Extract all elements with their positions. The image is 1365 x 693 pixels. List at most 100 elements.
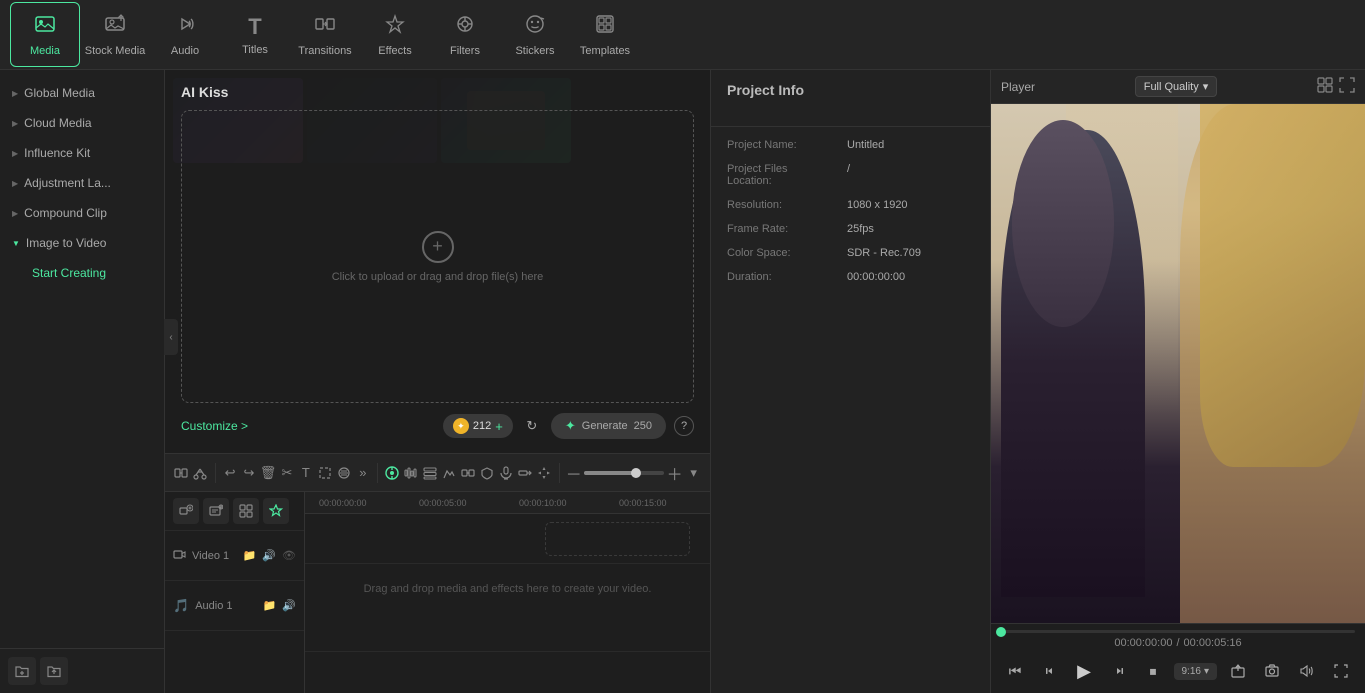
toolbar-stickers[interactable]: Stickers [500, 2, 570, 67]
more2-btn[interactable]: ▾ [685, 459, 702, 487]
left-sidebar: ▶ Global Media ▶ Cloud Media ▶ Influence… [0, 70, 165, 693]
duration-label: Duration: [727, 271, 847, 283]
credits-plus-icon: + [495, 419, 503, 434]
audio-icon [174, 13, 196, 41]
toolbar-stock-label: Stock Media [85, 45, 146, 57]
cut-btn[interactable]: ✂ [278, 459, 295, 487]
generate-btn[interactable]: ✦ Generate 250 [551, 413, 666, 439]
player-progress[interactable] [991, 624, 1365, 635]
snap-btn[interactable] [173, 459, 190, 487]
sidebar-label-adjustment: Adjustment La... [24, 176, 111, 190]
time-separator: / [1176, 637, 1179, 649]
toolbar-transitions[interactable]: Transitions [290, 2, 360, 67]
customize-link[interactable]: Customize > [181, 419, 248, 433]
text-btn[interactable]: T [297, 459, 314, 487]
quality-select[interactable]: Full Quality ▾ [1135, 76, 1218, 97]
trim-btn[interactable] [192, 459, 209, 487]
toolbar-audio[interactable]: Audio [150, 2, 220, 67]
track-btn[interactable] [422, 459, 439, 487]
toolbar-stock[interactable]: Stock Media [80, 2, 150, 67]
add-compound-btn[interactable] [233, 498, 259, 524]
protect-btn[interactable] [479, 459, 496, 487]
crop-btn[interactable] [316, 459, 333, 487]
refresh-btn[interactable]: ↻ [521, 415, 543, 437]
split2-btn[interactable] [460, 459, 477, 487]
stickers-icon [524, 13, 546, 41]
redo-btn[interactable]: ↪ [241, 459, 258, 487]
more-btn[interactable]: » [354, 459, 371, 487]
sidebar-item-image-to-video[interactable]: ▼ Image to Video [0, 228, 164, 258]
project-info-fields: Project Name: Untitled Project FilesLoca… [711, 127, 990, 307]
motion-btn[interactable] [441, 459, 458, 487]
resolution-label: Resolution: [727, 199, 847, 211]
player-label: Player [1001, 80, 1035, 94]
project-files-value: / [847, 163, 850, 175]
aspect-ratio-btn[interactable]: 9:16 ▾ [1174, 663, 1218, 680]
sep3 [559, 463, 560, 483]
timeline-ruler: 00:00:00:00 00:00:05:00 00:00:10:00 00:0… [305, 492, 710, 514]
sidebar-label-cloud: Cloud Media [24, 116, 91, 130]
zoom-track [584, 471, 664, 475]
stop-btn[interactable]: ⏹ [1139, 657, 1167, 685]
toolbar-effects-label: Effects [378, 45, 411, 57]
toolbar-templates[interactable]: Templates [570, 2, 640, 67]
frame-back-btn[interactable] [1036, 657, 1064, 685]
sidebar-label-start: Start Creating [32, 266, 106, 280]
export-btn[interactable] [1224, 657, 1252, 685]
ai-panel-title: AI Kiss [181, 84, 694, 100]
frame-fwd-btn[interactable] [1105, 657, 1133, 685]
mask-btn[interactable] [335, 459, 352, 487]
sidebar-item-adjustment[interactable]: ▶ Adjustment La... [0, 168, 164, 198]
upload-folder-btn[interactable] [40, 657, 68, 685]
ai-panel: AI Kiss + Click to upload or drag and dr… [165, 70, 710, 453]
help-icon: ? [681, 420, 687, 432]
framerate-value: 25fps [847, 223, 874, 235]
fullscreen-ctrl-btn[interactable] [1327, 657, 1355, 685]
new-folder-btn[interactable] [8, 657, 36, 685]
fullscreen-btn[interactable] [1339, 77, 1355, 96]
speed-btn[interactable] [384, 459, 401, 487]
sidebar-item-start-creating[interactable]: Start Creating [0, 258, 164, 288]
zoom-slider[interactable] [584, 471, 664, 475]
zoom-fill [584, 471, 636, 475]
mic-btn[interactable] [498, 459, 515, 487]
sidebar-item-compound-clip[interactable]: ▶ Compound Clip [0, 198, 164, 228]
sidebar-label-global: Global Media [24, 86, 95, 100]
help-btn[interactable]: ? [674, 416, 694, 436]
player-preview [991, 104, 1365, 623]
grid-view-btn[interactable] [1317, 77, 1333, 96]
toolbar-filters[interactable]: Filters [430, 2, 500, 67]
step-back-btn[interactable]: ⏮ [1001, 657, 1029, 685]
volume-ctrl-btn[interactable] [1293, 657, 1321, 685]
player-controls: ⏮ ▶ [991, 653, 1365, 693]
upload-plus-icon: + [422, 231, 454, 263]
zoom-out-btn[interactable]: － [565, 459, 582, 487]
play-btn[interactable]: ▶ [1070, 657, 1098, 685]
add-text-btn[interactable] [203, 498, 229, 524]
delete-btn[interactable]: 🗑 [259, 459, 276, 487]
add-media-btn[interactable] [173, 498, 199, 524]
toolbar-titles[interactable]: T Titles [220, 2, 290, 67]
zoom-thumb [631, 468, 641, 478]
arrange-btn[interactable] [517, 459, 534, 487]
sidebar-item-global-media[interactable]: ▶ Global Media [0, 78, 164, 108]
add-effect-btn[interactable] [263, 498, 289, 524]
progress-bar-bg [1001, 630, 1355, 633]
arrow-icon: ▶ [12, 89, 18, 98]
transform-btn[interactable] [536, 459, 553, 487]
sidebar-item-influence[interactable]: ▶ Influence Kit [0, 138, 164, 168]
timeline-toolbar: ↩ ↪ 🗑 ✂ T [165, 454, 710, 492]
sidebar-collapse-btn[interactable]: ‹ [164, 319, 178, 355]
chevron-down-icon: ▾ [1203, 80, 1209, 93]
toolbar-effects[interactable]: Effects [360, 2, 430, 67]
templates-icon [594, 13, 616, 41]
zoom-in-btn[interactable]: ＋ [666, 459, 683, 487]
ai-upload-area[interactable]: + Click to upload or drag and drop file(… [181, 110, 694, 403]
audio-mix-btn[interactable] [403, 459, 420, 487]
project-files-label: Project FilesLocation: [727, 163, 847, 187]
folder-icon-audio: 📁 [263, 599, 277, 612]
sidebar-item-cloud-media[interactable]: ▶ Cloud Media [0, 108, 164, 138]
undo-btn[interactable]: ↩ [222, 459, 239, 487]
screenshot-btn[interactable] [1258, 657, 1286, 685]
toolbar-media[interactable]: Media [10, 2, 80, 67]
